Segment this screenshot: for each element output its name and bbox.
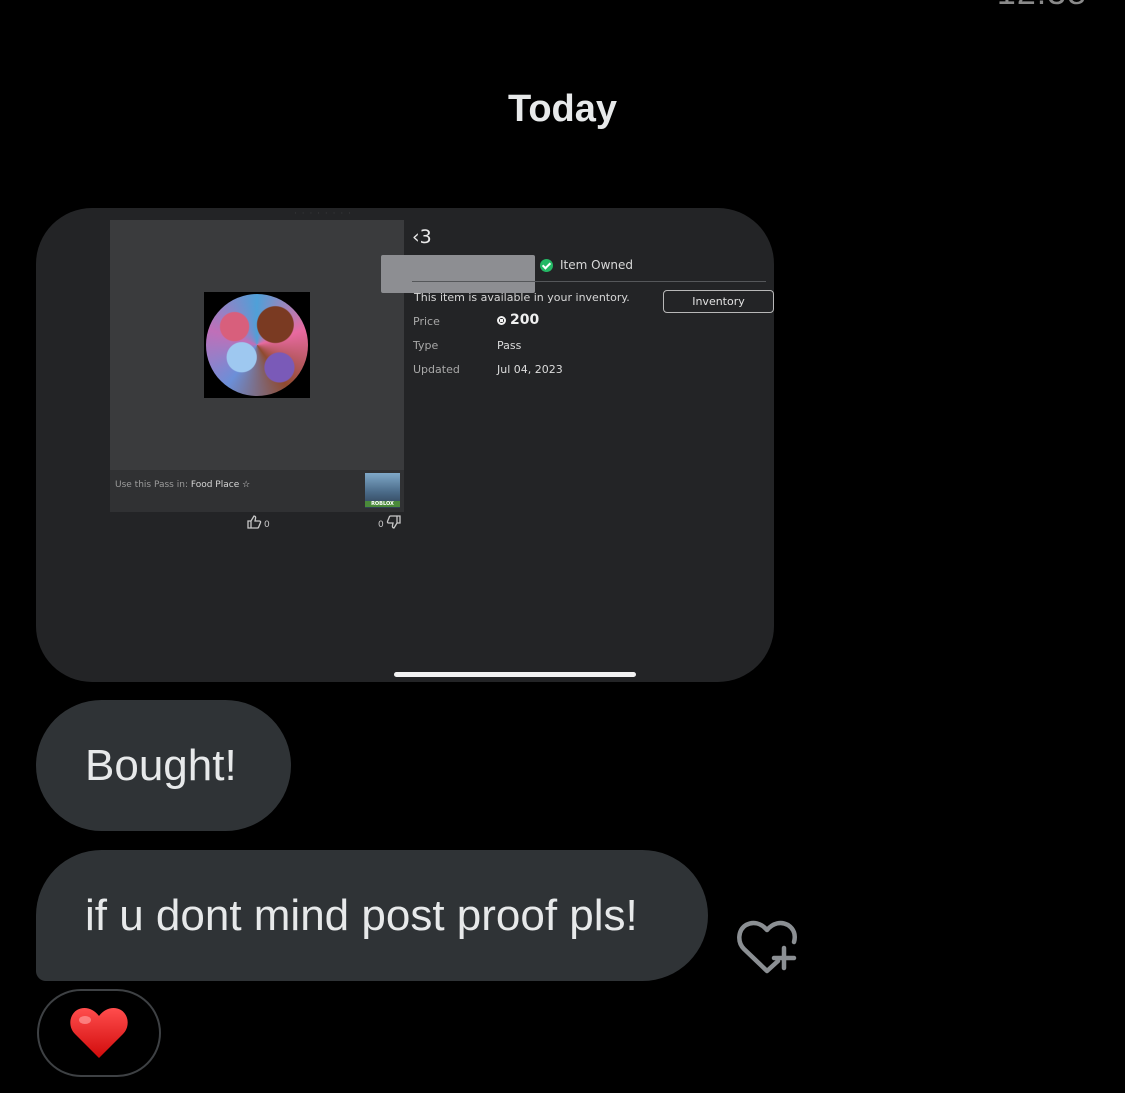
item-thumbnail	[204, 292, 310, 398]
item-owned-status: Item Owned	[540, 258, 633, 272]
status-time: 12:38	[997, 0, 1087, 13]
home-indicator	[394, 672, 636, 677]
item-thumbnail-art	[206, 294, 308, 396]
red-heart-icon	[70, 1008, 128, 1058]
detail-value-updated: Jul 04, 2023	[497, 363, 563, 376]
item-title: ‹3	[412, 226, 432, 248]
game-thumbnail: ROBLOX	[365, 473, 400, 508]
thumbs-down-icon	[386, 515, 401, 529]
use-pass-text: Use this Pass in: Food Place ☆	[115, 480, 250, 490]
game-badge: ROBLOX	[365, 501, 400, 507]
screenshot-faint-header: · · · · · · · ·	[294, 209, 352, 219]
item-owned-label: Item Owned	[560, 258, 633, 272]
detail-label-type: Type	[413, 339, 439, 352]
upvote: 0	[246, 514, 270, 530]
check-circle-icon	[540, 258, 553, 272]
use-pass-place: Food Place ☆	[190, 480, 251, 490]
detail-value-price: 200	[497, 312, 539, 328]
thumbs-up-icon	[247, 515, 262, 529]
date-separator: Today	[507, 88, 618, 130]
detail-label-updated: Updated	[413, 363, 460, 376]
add-reaction-button[interactable]	[736, 918, 802, 976]
upvote-count: 0	[264, 520, 270, 530]
price-amount: 200	[510, 312, 540, 328]
message-bubble[interactable]: Bought!	[36, 700, 291, 831]
detail-label-price: Price	[413, 315, 440, 328]
message-bubble[interactable]: if u dont mind post proof pls!	[36, 850, 708, 981]
available-text: This item is available in your inventory…	[414, 291, 630, 304]
robux-icon	[497, 315, 506, 325]
use-pass-bar: Use this Pass in: Food Place ☆ ROBLOX	[110, 470, 404, 512]
downvote: 0	[378, 514, 402, 530]
message-text: if u dont mind post proof pls!	[85, 890, 638, 940]
inventory-button: Inventory	[663, 290, 774, 313]
details-divider	[412, 281, 766, 282]
item-thumbnail-panel: Use this Pass in: Food Place ☆ ROBLOX	[110, 220, 404, 512]
use-pass-prefix: Use this Pass in:	[115, 480, 188, 490]
reaction-chip[interactable]	[37, 989, 161, 1077]
heart-plus-icon	[737, 920, 797, 974]
downvote-count: 0	[378, 520, 384, 530]
redacted-name	[381, 255, 535, 293]
message-text: Bought!	[85, 740, 237, 790]
image-message[interactable]: · · · · · · · · Use this Pass in: Food P…	[36, 208, 774, 682]
detail-value-type: Pass	[497, 339, 522, 352]
